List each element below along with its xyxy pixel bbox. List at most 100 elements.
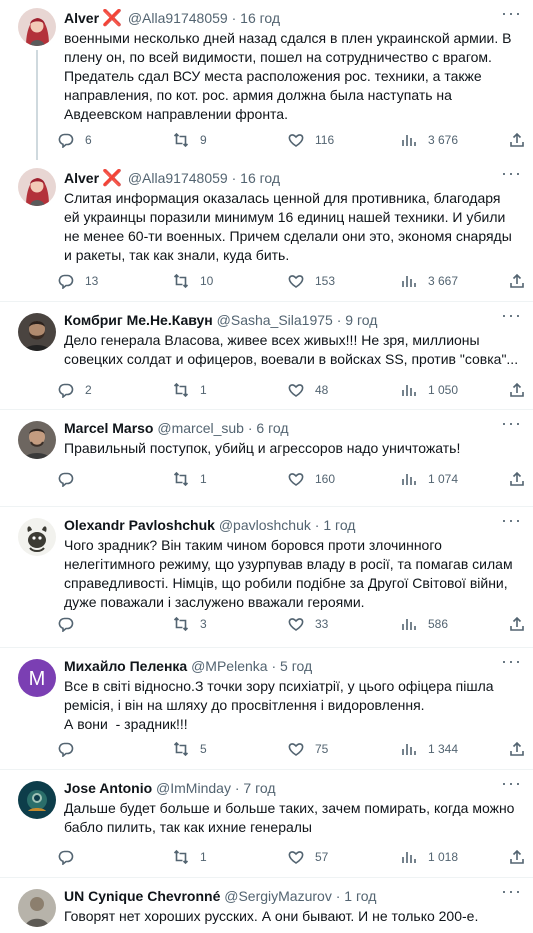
reply-button[interactable]: 13 — [58, 271, 98, 291]
timestamp[interactable]: 6 год — [256, 420, 288, 436]
like-button[interactable]: 116 — [288, 130, 334, 150]
display-name[interactable]: Alver — [64, 170, 99, 186]
reply-button[interactable]: 6 — [58, 130, 92, 150]
views-button[interactable]: 1 074 — [401, 469, 458, 489]
share-button[interactable] — [509, 614, 533, 634]
user-avatar[interactable] — [18, 421, 56, 459]
user-handle[interactable]: @marcel_sub — [157, 420, 244, 436]
views-icon — [402, 276, 416, 287]
share-button[interactable] — [509, 739, 533, 759]
tweet[interactable]: Комбриг Ме.Не.Кавун @Sasha_Sila1975 · 9 … — [0, 302, 533, 410]
display-name[interactable]: Alver — [64, 10, 99, 26]
retweet-count: 1 — [200, 472, 207, 486]
user-handle[interactable]: @ImMinday — [156, 780, 231, 796]
more-options-icon[interactable]: ··· — [501, 164, 521, 186]
reply-button[interactable]: 2 — [58, 380, 92, 400]
tweet[interactable]: Marcel Marso @marcel_sub · 6 год ··· Пра… — [0, 410, 533, 507]
user-avatar[interactable] — [18, 518, 56, 556]
timestamp[interactable]: 5 год — [280, 658, 312, 674]
views-button[interactable]: 586 — [401, 614, 448, 634]
user-avatar[interactable] — [18, 8, 56, 46]
tweet[interactable]: M Михайло Пеленка @MPelenka · 5 год ··· … — [0, 648, 533, 770]
share-button[interactable] — [509, 130, 533, 150]
action-bar: 13 10 153 3 667 — [58, 271, 524, 291]
more-options-icon[interactable]: ··· — [501, 511, 521, 533]
user-avatar[interactable] — [18, 313, 56, 351]
reply-button[interactable] — [58, 847, 85, 867]
timestamp[interactable]: 7 год — [243, 780, 275, 796]
display-name[interactable]: UN Cynique Chevronné — [64, 888, 220, 904]
user-handle[interactable]: @Alla91748059 — [128, 10, 228, 26]
tweet-header: Marcel Marso @marcel_sub · 6 год — [64, 419, 503, 437]
more-options-icon[interactable]: ··· — [501, 4, 521, 26]
reply-icon — [58, 133, 74, 148]
share-icon — [510, 471, 524, 486]
user-handle[interactable]: @MPelenka — [191, 658, 267, 674]
timestamp[interactable]: 16 год — [240, 170, 280, 186]
retweet-button[interactable]: 1 — [173, 847, 207, 867]
retweet-button[interactable]: 1 — [173, 380, 207, 400]
tweet[interactable]: Olexandr Pavloshchuk @pavloshchuk · 1 го… — [0, 507, 533, 648]
share-button[interactable] — [509, 469, 533, 489]
retweet-button[interactable]: 3 — [173, 614, 207, 634]
tweet[interactable]: Alver ❌ @Alla91748059 · 16 год ··· военны… — [0, 0, 533, 166]
heart-icon — [288, 275, 304, 288]
views-button[interactable]: 1 050 — [401, 380, 458, 400]
retweet-button[interactable]: 9 — [173, 130, 207, 150]
timestamp[interactable]: 1 год — [323, 517, 355, 533]
display-name[interactable]: Михайло Пеленка — [64, 658, 187, 674]
more-options-icon[interactable]: ··· — [501, 882, 521, 904]
views-button[interactable]: 3 676 — [401, 130, 458, 150]
tweet[interactable]: UN Cynique Chevronné @SergiyMazurov · 1 … — [0, 878, 533, 933]
more-options-icon[interactable]: ··· — [501, 306, 521, 328]
share-button[interactable] — [509, 380, 533, 400]
retweet-button[interactable]: 1 — [173, 469, 207, 489]
user-handle[interactable]: @SergiyMazurov — [224, 888, 332, 904]
reply-button[interactable] — [58, 469, 85, 489]
retweet-button[interactable]: 10 — [173, 271, 213, 291]
tweet[interactable]: Jose Antonio @ImMinday · 7 год ··· Дальш… — [0, 770, 533, 878]
views-button[interactable]: 1 344 — [401, 739, 458, 759]
user-avatar[interactable] — [18, 168, 56, 206]
retweet-icon — [173, 741, 189, 757]
heart-icon — [288, 743, 304, 756]
more-options-icon[interactable]: ··· — [501, 414, 521, 436]
retweet-button[interactable]: 5 — [173, 739, 207, 759]
tweet[interactable]: Alver ❌ @Alla91748059 · 16 год ··· Слитая… — [0, 160, 533, 302]
views-button[interactable]: 3 667 — [401, 271, 458, 291]
display-name[interactable]: Комбриг Ме.Не.Кавун — [64, 312, 213, 328]
user-avatar[interactable]: M — [18, 659, 56, 697]
display-name[interactable]: Jose Antonio — [64, 780, 152, 796]
timestamp[interactable]: 9 год — [345, 312, 377, 328]
user-avatar[interactable] — [18, 781, 56, 819]
reply-icon — [58, 850, 74, 865]
more-options-icon[interactable]: ··· — [501, 774, 521, 796]
display-name[interactable]: Olexandr Pavloshchuk — [64, 517, 215, 533]
timestamp[interactable]: 1 год — [344, 888, 376, 904]
reply-count: 6 — [85, 133, 92, 147]
like-button[interactable]: 153 — [288, 271, 335, 291]
share-button[interactable] — [509, 271, 533, 291]
reply-button[interactable] — [58, 614, 85, 634]
like-button[interactable]: 160 — [288, 469, 335, 489]
more-options-icon[interactable]: ··· — [501, 652, 521, 674]
views-button[interactable]: 1 018 — [401, 847, 458, 867]
like-count: 153 — [315, 274, 336, 288]
like-button[interactable]: 33 — [288, 614, 328, 634]
user-handle[interactable]: @pavloshchuk — [219, 517, 311, 533]
share-button[interactable] — [509, 847, 533, 867]
like-button[interactable]: 57 — [288, 847, 328, 867]
user-handle[interactable]: @Alla91748059 — [128, 170, 228, 186]
separator-dot: · — [247, 420, 253, 436]
reply-icon — [58, 274, 74, 289]
reply-button[interactable] — [58, 739, 85, 759]
heart-icon — [288, 384, 304, 397]
display-name[interactable]: Marcel Marso — [64, 420, 153, 436]
user-handle[interactable]: @Sasha_Sila1975 — [217, 312, 333, 328]
retweet-icon — [173, 616, 189, 632]
timestamp[interactable]: 16 год — [240, 10, 280, 26]
tweet-feed: Alver ❌ @Alla91748059 · 16 год ··· военны… — [0, 0, 533, 933]
like-button[interactable]: 48 — [288, 380, 328, 400]
user-avatar[interactable] — [18, 889, 56, 927]
like-button[interactable]: 75 — [288, 739, 328, 759]
